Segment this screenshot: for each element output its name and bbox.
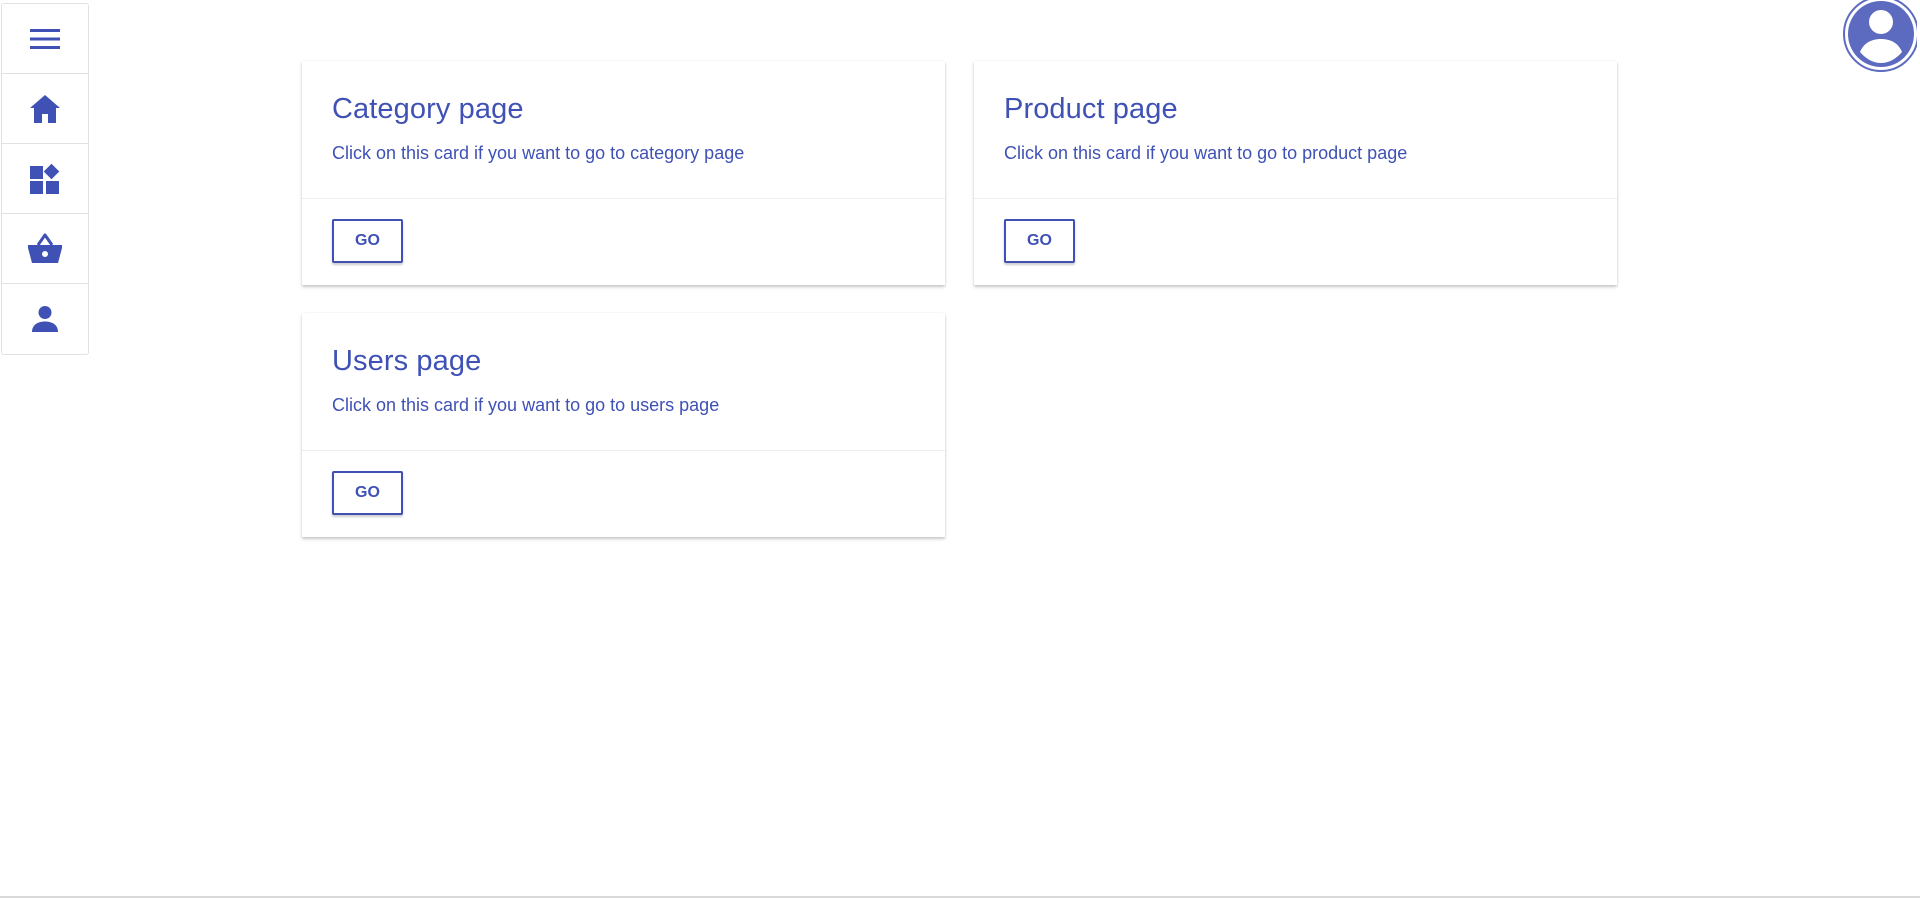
card-footer: GO bbox=[302, 199, 945, 263]
account-button[interactable] bbox=[1841, 0, 1919, 72]
card-footer: GO bbox=[302, 451, 945, 515]
sidebar-item-users[interactable] bbox=[2, 284, 88, 354]
product-card[interactable]: Product page Click on this card if you w… bbox=[974, 61, 1617, 285]
home-icon bbox=[29, 94, 61, 124]
category-card[interactable]: Category page Click on this card if you … bbox=[302, 61, 945, 285]
users-card[interactable]: Users page Click on this card if you wan… bbox=[302, 313, 945, 537]
person-icon bbox=[31, 305, 59, 333]
card-text: Click on this card if you want to go to … bbox=[332, 143, 745, 163]
card-body: Users page Click on this card if you wan… bbox=[302, 313, 945, 451]
account-circle-icon bbox=[1841, 0, 1919, 76]
card-footer: GO bbox=[974, 199, 1617, 263]
sidebar-nav bbox=[1, 3, 89, 355]
card-body: Product page Click on this card if you w… bbox=[974, 61, 1617, 199]
card-title: Category page bbox=[332, 93, 524, 125]
sidebar-item-categories[interactable] bbox=[2, 144, 88, 214]
card-text: Click on this card if you want to go to … bbox=[1004, 143, 1408, 163]
sidebar-item-menu[interactable] bbox=[2, 4, 88, 74]
sidebar-item-basket[interactable] bbox=[2, 214, 88, 284]
go-category-button[interactable]: GO bbox=[332, 219, 403, 263]
card-title: Product page bbox=[1004, 93, 1178, 125]
basket-icon bbox=[27, 233, 63, 265]
card-title: Users page bbox=[332, 345, 482, 377]
menu-icon bbox=[30, 27, 60, 51]
card-text: Click on this card if you want to go to … bbox=[332, 395, 720, 415]
go-product-button[interactable]: GO bbox=[1004, 219, 1075, 263]
card-body: Category page Click on this card if you … bbox=[302, 61, 945, 199]
category-icon bbox=[29, 163, 61, 195]
app-page: Category page Click on this card if you … bbox=[0, 0, 1920, 898]
sidebar-item-home[interactable] bbox=[2, 74, 88, 144]
go-users-button[interactable]: GO bbox=[332, 471, 403, 515]
